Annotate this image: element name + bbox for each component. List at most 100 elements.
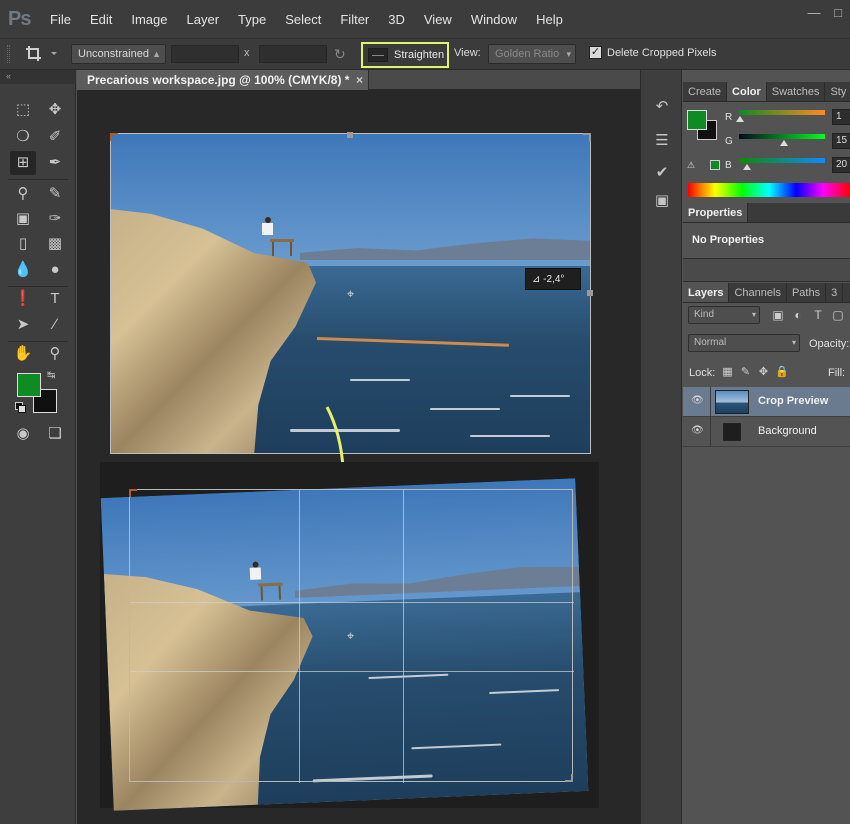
blue-slider[interactable]	[739, 158, 825, 163]
dodge-tool-icon[interactable]: ●	[42, 258, 68, 282]
quick-mask-icon[interactable]: ◉	[10, 422, 36, 446]
tab-create[interactable]: Create	[683, 82, 728, 101]
eraser-tool-icon[interactable]: ▯	[10, 232, 36, 256]
layer-filter-kind-select[interactable]: Kind ▾	[688, 306, 760, 324]
ratio-select[interactable]: Unconstrained ▲	[71, 44, 166, 64]
out-of-gamut-swatch[interactable]	[710, 160, 720, 170]
marquee-tool-icon[interactable]: ⬚	[10, 98, 36, 122]
menu-view[interactable]: View	[424, 12, 452, 27]
menu-edit[interactable]: Edit	[90, 12, 112, 27]
collapse-tools-icon[interactable]: «	[0, 70, 76, 84]
red-value-field[interactable]: 1	[832, 109, 850, 125]
document-window: Precarious workspace.jpg @ 100% (CMYK/8)…	[77, 70, 640, 824]
checkmark-icon: ✓	[590, 46, 601, 58]
red-slider[interactable]	[739, 110, 825, 115]
straighten-button[interactable]: Straighten	[361, 42, 449, 68]
lock-position-icon[interactable]: ✥	[757, 366, 770, 379]
visibility-eye-icon[interactable]: 👁	[691, 396, 704, 406]
brush-presets-panel-icon[interactable]: ☰	[651, 130, 673, 152]
maximize-button[interactable]: □	[826, 6, 850, 22]
clone-source-panel-icon[interactable]: ▣	[651, 190, 673, 212]
canvas[interactable]: ⊿ -2,4° ⌖ ⌖	[77, 90, 640, 824]
close-document-icon[interactable]: ×	[356, 70, 363, 90]
eyedropper-tool-icon[interactable]: ✒	[42, 151, 68, 175]
lock-all-icon[interactable]: 🔒	[775, 366, 789, 379]
visibility-eye-icon[interactable]: 👁	[691, 426, 704, 436]
shape-filter-icon[interactable]: ▢	[831, 308, 845, 322]
menu-3d[interactable]: 3D	[388, 12, 405, 27]
history-brush-tool-icon[interactable]: ✑	[42, 207, 68, 231]
move-tool-icon[interactable]: ✥	[42, 98, 68, 122]
delete-cropped-checkbox[interactable]: ✓	[589, 46, 602, 59]
menu-select[interactable]: Select	[285, 12, 321, 27]
hand-tool-icon[interactable]: ✋	[10, 342, 36, 366]
pen-tool-icon[interactable]: ❗	[10, 287, 36, 311]
gamut-warning-icon[interactable]: ⚠	[687, 160, 696, 170]
tool-presets-panel-icon[interactable]: ✔	[651, 162, 673, 184]
blend-mode-select[interactable]: Normal ▾	[688, 334, 800, 352]
crop-edge-handle[interactable]	[347, 132, 353, 138]
crop-edge-handle[interactable]	[587, 290, 593, 296]
menu-file[interactable]: File	[50, 12, 71, 27]
tab-channels[interactable]: Channels	[729, 283, 787, 302]
swap-orientation-icon[interactable]: ↻	[334, 47, 350, 63]
menu-help[interactable]: Help	[536, 12, 563, 27]
tab-3d[interactable]: 3	[826, 283, 844, 302]
color-panel-foreground-swatch[interactable]	[687, 110, 707, 130]
crop-tool-preset-picker[interactable]	[24, 44, 64, 64]
default-colors-icon[interactable]	[15, 402, 26, 413]
adjustment-filter-icon[interactable]: ◐	[791, 308, 805, 322]
tab-paths[interactable]: Paths	[787, 283, 827, 302]
color-panel-tabs: Create Color Swatches Sty	[683, 82, 850, 102]
lasso-tool-icon[interactable]: ❍	[10, 125, 36, 149]
clone-stamp-tool-icon[interactable]: ▣	[10, 207, 36, 231]
document-tab[interactable]: Precarious workspace.jpg @ 100% (CMYK/8)…	[77, 70, 369, 90]
lock-image-pixels-icon[interactable]: ✎	[739, 366, 752, 379]
tab-styles[interactable]: Sty	[825, 82, 850, 101]
screen-mode-icon[interactable]: ❏	[42, 422, 68, 446]
blue-slider-knob[interactable]	[743, 164, 751, 170]
blue-value-field[interactable]: 20	[832, 157, 850, 173]
path-selection-tool-icon[interactable]: ➤	[10, 313, 36, 337]
tab-color[interactable]: Color	[727, 82, 767, 101]
layer-row-crop-preview[interactable]: 👁 Crop Preview	[683, 387, 850, 417]
overlay-view-select[interactable]: Golden Ratio ▾	[488, 44, 576, 64]
type-filter-icon[interactable]: T	[811, 308, 825, 322]
crop-corner-handle[interactable]	[583, 133, 591, 141]
history-panel-icon[interactable]: ↶	[651, 96, 673, 118]
green-slider-knob[interactable]	[780, 140, 788, 146]
tab-swatches[interactable]: Swatches	[767, 82, 826, 101]
minimize-button[interactable]: —	[802, 6, 826, 22]
tab-properties[interactable]: Properties	[683, 203, 749, 222]
layer-row-background[interactable]: 👁 Background	[683, 417, 850, 447]
healing-brush-tool-icon[interactable]: ⚲	[10, 182, 36, 206]
lock-transparent-pixels-icon[interactable]: ▦	[721, 366, 734, 379]
menu-image[interactable]: Image	[131, 12, 167, 27]
tab-layers[interactable]: Layers	[683, 283, 730, 302]
menu-type[interactable]: Type	[238, 12, 266, 27]
crop-corner-handle[interactable]	[110, 133, 118, 141]
menu-layer[interactable]: Layer	[187, 12, 220, 27]
blur-tool-icon[interactable]: 💧	[10, 258, 36, 282]
red-slider-knob[interactable]	[736, 116, 744, 122]
gradient-tool-icon[interactable]: ▩	[42, 232, 68, 256]
crop-corner-handle[interactable]	[129, 489, 137, 497]
brush-tool-icon[interactable]: ✎	[42, 182, 68, 206]
pixel-filter-icon[interactable]: ▣	[771, 308, 785, 322]
height-field[interactable]	[259, 45, 327, 63]
type-tool-icon[interactable]: T	[42, 287, 68, 311]
crop-tool-icon[interactable]: ⊞	[10, 151, 36, 175]
zoom-tool-icon[interactable]: ⚲	[42, 342, 68, 366]
quick-selection-tool-icon[interactable]: ✐	[42, 125, 68, 149]
green-slider[interactable]	[739, 134, 825, 139]
color-spectrum-ramp[interactable]	[688, 183, 850, 197]
green-value-field[interactable]: 15	[832, 133, 850, 149]
foreground-color-swatch[interactable]	[17, 373, 41, 397]
line-tool-icon[interactable]: ∕	[42, 313, 68, 337]
menu-filter[interactable]: Filter	[340, 12, 369, 27]
menu-window[interactable]: Window	[471, 12, 517, 27]
crop-corner-handle[interactable]	[565, 774, 573, 782]
swap-colors-icon[interactable]: ↹	[47, 370, 55, 381]
width-field[interactable]	[171, 45, 239, 63]
options-bar-grip[interactable]	[7, 45, 10, 63]
